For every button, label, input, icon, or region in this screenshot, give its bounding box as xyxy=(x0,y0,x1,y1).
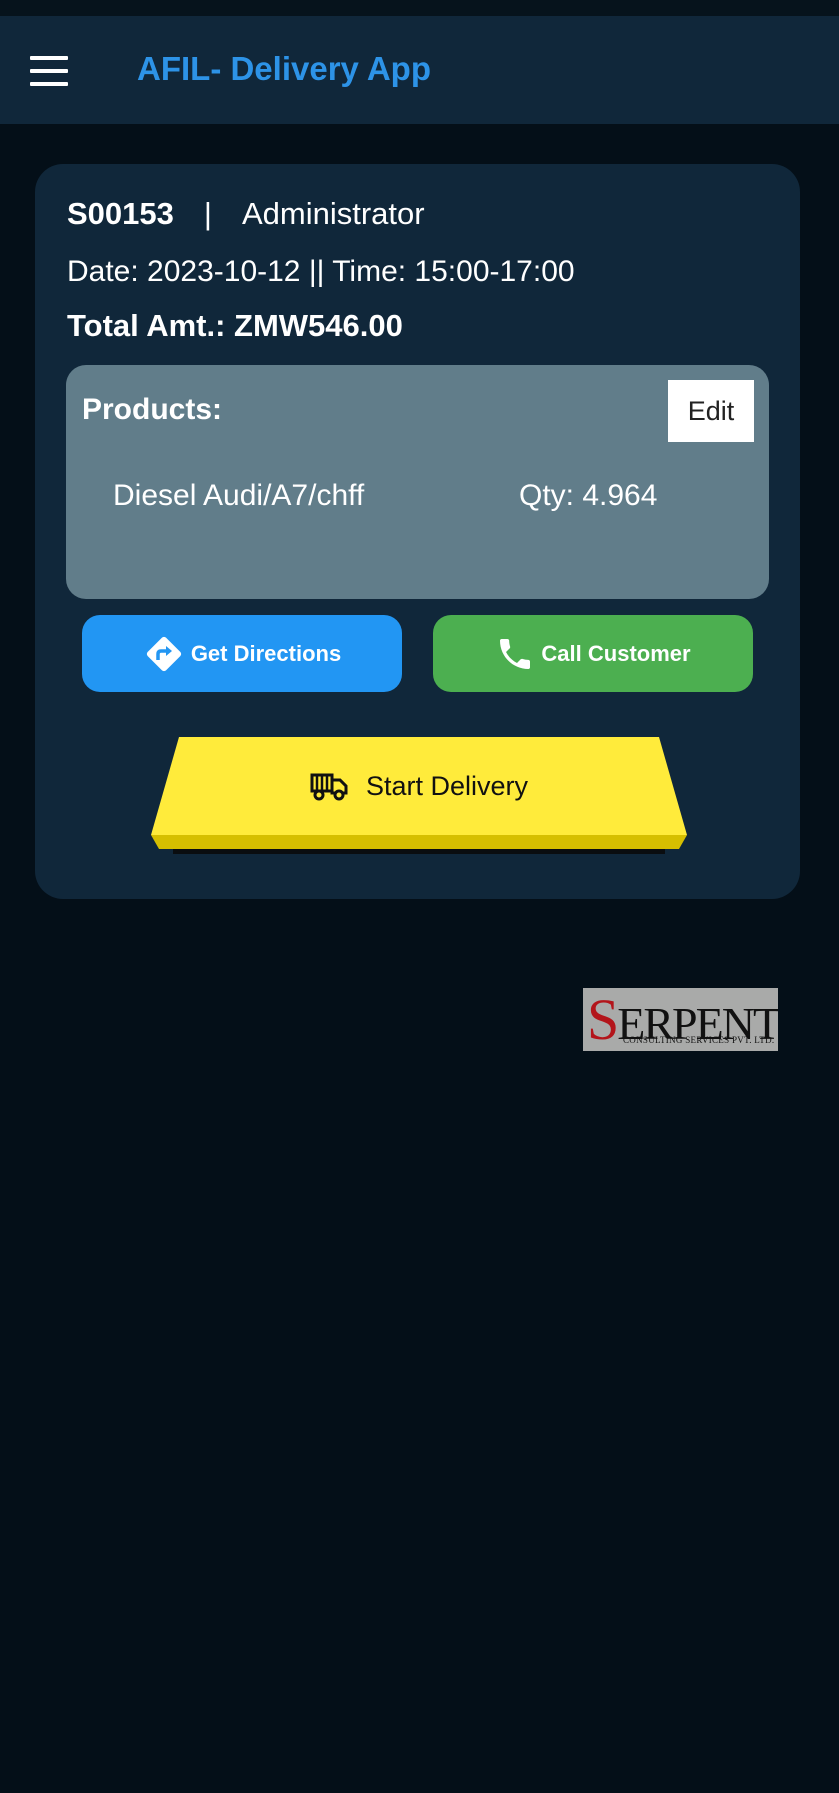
app-title: AFIL- Delivery App xyxy=(137,50,431,87)
start-delivery-label: Start Delivery xyxy=(365,770,529,801)
app-bar: AFIL- Delivery App xyxy=(0,16,839,124)
order-id: S00153 xyxy=(67,196,174,231)
order-datetime: Date: 2023-10-12 || Time: 15:00-17:00 xyxy=(67,255,575,288)
delivery-truck-icon xyxy=(310,773,348,801)
order-header: S00153 | Administrator xyxy=(67,196,425,232)
directions-icon xyxy=(146,636,181,671)
start-delivery-button[interactable]: Start Delivery xyxy=(151,737,687,849)
product-name: Diesel Audi/A7/chff xyxy=(113,479,365,512)
phone-icon xyxy=(500,638,531,669)
call-customer-label: Call Customer xyxy=(541,640,691,666)
edit-button[interactable]: Edit xyxy=(668,380,754,442)
order-separator: | xyxy=(203,196,212,231)
get-directions-label: Get Directions xyxy=(190,640,342,666)
status-bar xyxy=(0,0,839,16)
product-qty: Qty: 4.964 xyxy=(519,479,658,512)
hamburger-menu-icon[interactable] xyxy=(30,56,70,86)
get-directions-button[interactable]: Get Directions xyxy=(82,615,402,692)
order-card: S00153 | Administrator Date: 2023-10-12 ||… xyxy=(35,164,800,899)
products-panel: Products: Edit Diesel Audi/A7/chff Qty: … xyxy=(66,365,769,599)
call-customer-button[interactable]: Call Customer xyxy=(433,615,753,692)
serpent-logo: SERPENT CONSULTING SERVICES PVT. LTD. xyxy=(583,988,778,1051)
order-user: Administrator xyxy=(241,196,425,231)
start-delivery-wrapper: Start Delivery xyxy=(151,737,687,862)
order-total: Total Amt.: ZMW546.00 xyxy=(67,308,403,343)
products-title: Products: xyxy=(82,393,223,426)
